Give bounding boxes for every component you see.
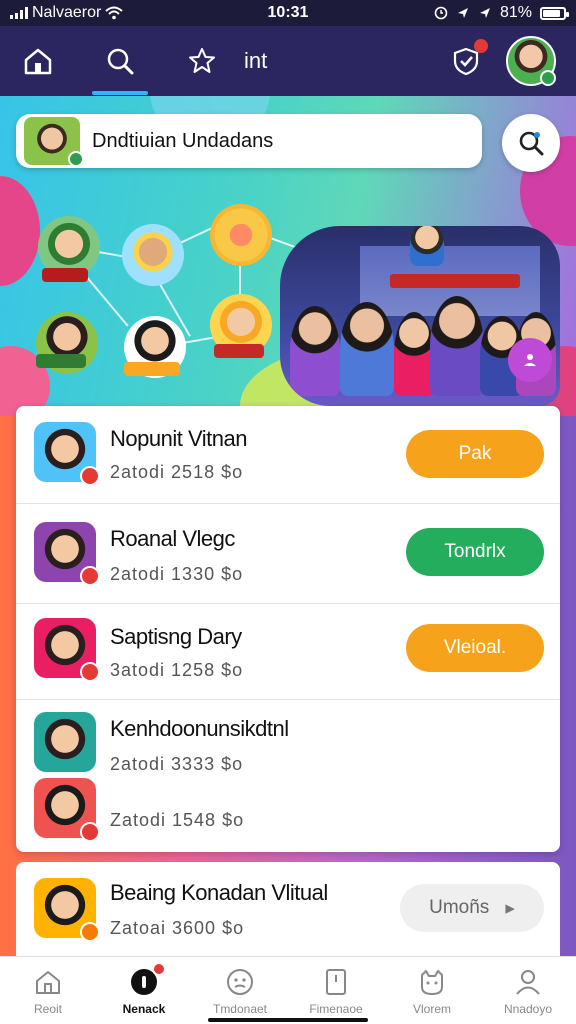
profile-avatar[interactable] [506, 36, 556, 86]
list-item[interactable]: Saptisng Dary 3atodi 1258 $o Vleioal. [16, 604, 560, 700]
document-icon [326, 968, 346, 995]
cat-icon [421, 969, 443, 995]
search-icon [519, 131, 544, 156]
tab-face[interactable]: Tmdonaet [192, 957, 288, 1024]
favorites-button[interactable] [184, 43, 220, 79]
channel-action-button[interactable]: Vleioal. [406, 624, 544, 672]
carrier-info: Nalvaeror [10, 4, 190, 22]
home-icon [36, 970, 60, 994]
person-icon [516, 969, 540, 995]
tab-home[interactable]: Reoit [0, 957, 96, 1024]
channel-meta: Zatoai 3600 $o [110, 918, 245, 938]
shield-button[interactable] [448, 39, 488, 79]
tab-cat[interactable]: Vlorem [384, 957, 480, 1024]
person-icon [524, 354, 536, 366]
channel-action-button[interactable]: Umoñs ▸ [400, 884, 544, 932]
avatar-node[interactable] [122, 224, 184, 286]
tab-label: Nenack [122, 1001, 166, 1016]
channel-avatar [34, 522, 100, 586]
home-indicator [208, 1018, 368, 1022]
live-badge-icon [80, 662, 100, 682]
tab-document[interactable]: Fimenaoe [288, 957, 384, 1024]
location-icon [457, 8, 468, 18]
location-icon-2 [479, 8, 490, 18]
channel-name: Nopunit Vitnan [110, 426, 247, 451]
face-icon [227, 968, 253, 995]
tab-label: Vlorem [412, 1001, 451, 1016]
tab-label: Fimenaoe [309, 1001, 363, 1016]
alarm-icon [434, 6, 448, 20]
channel-avatar [34, 778, 100, 842]
channel-avatar [34, 422, 100, 486]
list-item[interactable]: Roanal Vlegc 2atodi 1330 $o Tondrlx [16, 504, 560, 604]
chevron-right-icon: ▸ [505, 897, 515, 919]
channel-list-card-secondary: Beaing Konadan Vlitual Zatoai 3600 $o Um… [16, 862, 560, 956]
online-indicator [68, 151, 84, 167]
channel-avatar [34, 712, 96, 772]
tab-profile[interactable]: Nnadoyo [480, 957, 576, 1024]
person-figure [410, 226, 444, 266]
channel-avatar [34, 618, 100, 682]
notification-badge [152, 961, 166, 976]
avatar-node[interactable] [210, 204, 272, 266]
person-figure [394, 312, 434, 396]
star-icon [189, 48, 215, 73]
list-item[interactable]: Kenhdoonunsikdtnl 2atodi 3333 $o Zatodi … [16, 700, 560, 852]
search-tab-button[interactable] [92, 43, 148, 95]
decor-blob [0, 176, 40, 286]
nav-tab-label[interactable]: int [244, 48, 267, 74]
person-figure [430, 296, 484, 396]
avatar-tag [214, 344, 264, 358]
channel-name: Roanal Vlegc [110, 526, 235, 551]
live-badge-icon [80, 922, 100, 942]
avatar-tag [124, 362, 180, 376]
home-button[interactable] [20, 43, 56, 79]
search-icon [107, 48, 134, 75]
channel-avatar [34, 878, 100, 942]
search-avatar [24, 117, 84, 167]
search-button[interactable] [502, 114, 560, 172]
online-indicator [540, 70, 556, 86]
tab-record[interactable]: Nenack [96, 957, 192, 1024]
person-figure [340, 302, 394, 396]
avatar-tag [36, 354, 86, 368]
signal-icon [10, 7, 28, 19]
hero-banner: Dndtiuian Undadans [0, 96, 576, 416]
channel-name: Saptisng Dary [110, 624, 242, 649]
carrier-name: Nalvaeror [32, 4, 102, 21]
channel-meta: 3atodi 1258 $o [110, 660, 244, 680]
tab-label: Nnadoyo [503, 1001, 553, 1016]
channel-meta: 2atodi 3333 $o [110, 754, 244, 774]
person-figure [290, 306, 340, 396]
home-icon [24, 48, 52, 75]
banner-sign [390, 274, 520, 288]
avatar-tag [42, 268, 88, 282]
notification-badge [474, 39, 488, 53]
search-text: Dndtiuian Undadans [92, 129, 274, 152]
channel-name: Beaing Konadan Vlitual [110, 880, 328, 905]
search-bar[interactable]: Dndtiuian Undadans [16, 114, 482, 168]
list-item[interactable]: Nopunit Vitnan 2atodi 2518 $o Pak [16, 406, 560, 504]
bottom-navigation: Reoit Nenack Tmdonaet Fimenaoe Vlorem Nn… [0, 956, 576, 1024]
live-badge-icon [80, 566, 100, 586]
tab-label: Reoit [33, 1001, 62, 1016]
battery-icon [540, 6, 569, 20]
battery-percent: 81% [499, 4, 532, 21]
channel-meta: Zatodi 1548 $o [110, 810, 245, 830]
profile-fab-button[interactable] [508, 338, 552, 382]
top-navigation: int [0, 26, 576, 96]
live-badge-icon [80, 466, 100, 486]
wifi-icon [105, 6, 124, 20]
channel-meta: 2atodi 2518 $o [110, 462, 244, 482]
tab-label: Tmdonaet [212, 1001, 268, 1016]
channel-name: Kenhdoonunsikdtnl [110, 716, 289, 741]
channel-list-card: Nopunit Vitnan 2atodi 2518 $o Pak Roanal… [16, 406, 560, 852]
live-badge-icon [80, 822, 100, 842]
channel-action-button[interactable]: Tondrlx [406, 528, 544, 576]
channel-action-button[interactable]: Pak [406, 430, 544, 478]
channel-meta: 2atodi 1330 $o [110, 564, 244, 584]
status-bar: Nalvaeror 10:31 81% [0, 0, 576, 26]
channel-action-label: Umoñs [429, 897, 490, 918]
list-item[interactable]: Beaing Konadan Vlitual Zatoai 3600 $o Um… [16, 862, 560, 956]
